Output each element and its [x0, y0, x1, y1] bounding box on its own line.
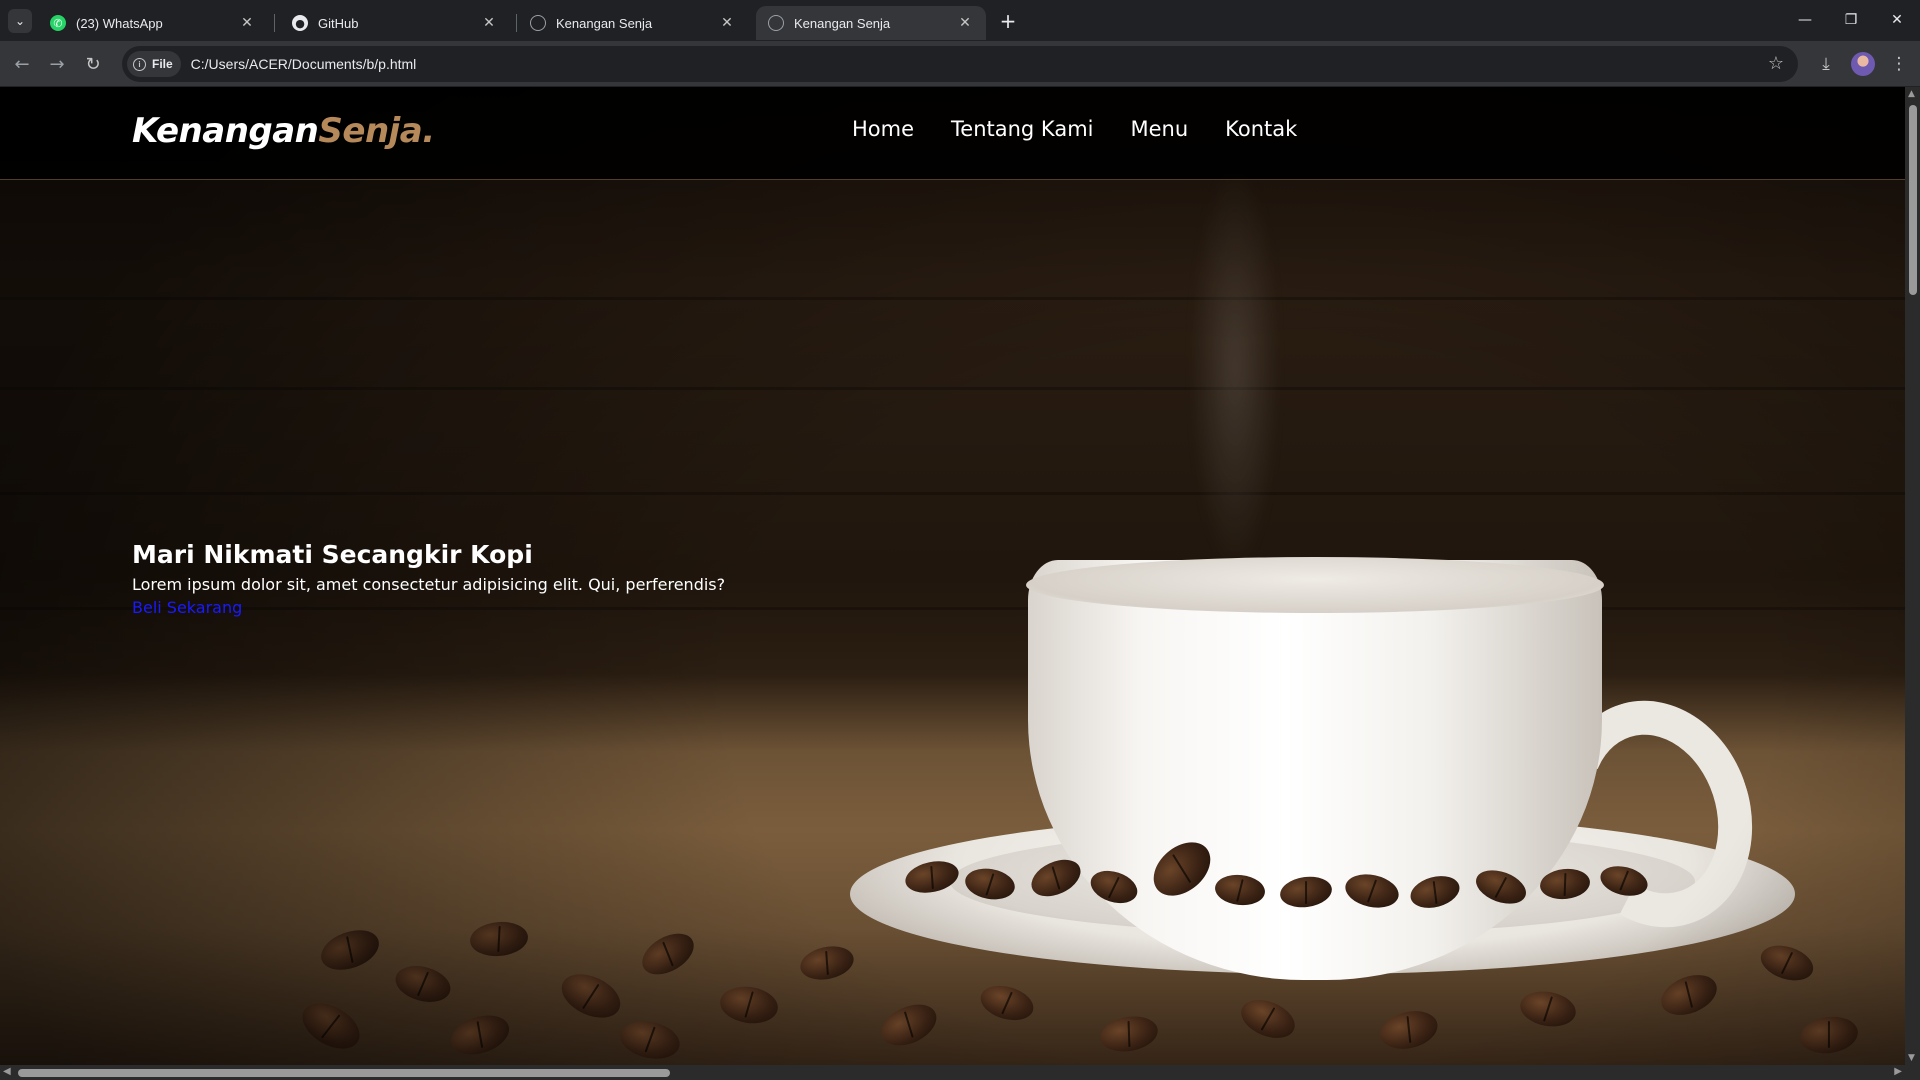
site-logo[interactable]: KenanganSenja.	[132, 111, 435, 151]
window-close-icon[interactable]: ✕	[1874, 0, 1920, 40]
profile-avatar[interactable]	[1851, 52, 1875, 76]
close-icon[interactable]: ✕	[238, 14, 256, 32]
page-viewport: KenanganSenja. Home Tentang Kami Menu Ko…	[0, 87, 1905, 1065]
globe-icon	[530, 15, 546, 31]
github-icon: ●	[292, 15, 308, 31]
back-arrow-icon[interactable]: ←	[10, 52, 34, 76]
scroll-up-arrow-icon[interactable]: ▲	[1908, 89, 1915, 99]
horizontal-scrollbar[interactable]: ◀ ▶	[0, 1065, 1905, 1080]
scrollbar-corner	[1905, 1065, 1920, 1080]
browser-tab-strip: ⌄ ✆ (23) WhatsApp ✕ ● GitHub ✕ Kenangan …	[0, 0, 1920, 41]
bookmark-star-icon[interactable]: ☆	[1768, 53, 1784, 74]
hero-title: Mari Nikmati Secangkir Kopi	[132, 540, 533, 569]
whatsapp-icon: ✆	[50, 15, 66, 31]
close-icon[interactable]: ✕	[956, 14, 974, 32]
scroll-left-arrow-icon[interactable]: ◀	[3, 1066, 11, 1077]
tab-kenangan-senja-active[interactable]: Kenangan Senja ✕	[756, 6, 986, 40]
url-text[interactable]: C:/Users/ACER/Documents/b/p.html	[191, 56, 417, 72]
tab-title: Kenangan Senja	[794, 15, 891, 31]
tab-title: GitHub	[318, 15, 359, 31]
globe-icon	[768, 15, 784, 31]
tab-separator	[274, 14, 275, 32]
forward-arrow-icon[interactable]: →	[45, 52, 69, 76]
tab-search-chevron-icon[interactable]: ⌄	[8, 9, 32, 33]
vertical-scroll-thumb[interactable]	[1909, 105, 1917, 295]
scroll-down-arrow-icon[interactable]: ▼	[1908, 1053, 1915, 1063]
scroll-right-arrow-icon[interactable]: ▶	[1894, 1066, 1902, 1077]
nav-home[interactable]: Home	[852, 117, 914, 141]
close-icon[interactable]: ✕	[718, 14, 736, 32]
minimize-icon[interactable]: —	[1782, 0, 1828, 40]
tab-separator	[516, 14, 517, 32]
hero-description: Lorem ipsum dolor sit, amet consectetur …	[132, 575, 726, 594]
site-info-label: File	[152, 57, 173, 71]
address-bar[interactable]: i File C:/Users/ACER/Documents/b/p.html …	[122, 46, 1798, 82]
logo-dot: .	[422, 111, 435, 151]
site-navbar: KenanganSenja. Home Tentang Kami Menu Ko…	[0, 87, 1905, 180]
tab-whatsapp[interactable]: ✆ (23) WhatsApp ✕	[38, 6, 268, 40]
hero-content: Mari Nikmati Secangkir Kopi Lorem ipsum …	[132, 540, 725, 617]
logo-main: Kenangan	[132, 111, 319, 151]
tab-title: Kenangan Senja	[556, 15, 653, 31]
logo-accent: Senja	[318, 111, 423, 151]
reload-icon[interactable]: ↻	[81, 52, 105, 76]
nav-links: Home Tentang Kami Menu Kontak	[852, 117, 1297, 141]
site-info-chip[interactable]: i File	[127, 51, 181, 77]
buy-now-link[interactable]: Beli Sekarang	[132, 598, 242, 617]
tab-github[interactable]: ● GitHub ✕	[280, 6, 510, 40]
tab-kenangan-senja[interactable]: Kenangan Senja ✕	[518, 6, 748, 40]
horizontal-scroll-thumb[interactable]	[18, 1069, 670, 1077]
download-icon[interactable]: ⤓	[1814, 52, 1838, 76]
nav-kontak[interactable]: Kontak	[1225, 117, 1297, 141]
browser-toolbar: ← → ↻ i File C:/Users/ACER/Documents/b/p…	[0, 41, 1920, 87]
new-tab-plus-icon[interactable]: +	[996, 9, 1020, 33]
more-menu-icon[interactable]: ⋮	[1887, 52, 1911, 76]
close-icon[interactable]: ✕	[480, 14, 498, 32]
info-icon: i	[133, 57, 146, 71]
tab-title: (23) WhatsApp	[76, 15, 163, 31]
vertical-scrollbar[interactable]: ▲ ▼	[1905, 87, 1920, 1065]
restore-icon[interactable]: ❐	[1828, 0, 1874, 40]
nav-menu[interactable]: Menu	[1130, 117, 1188, 141]
nav-tentang-kami[interactable]: Tentang Kami	[951, 117, 1093, 141]
